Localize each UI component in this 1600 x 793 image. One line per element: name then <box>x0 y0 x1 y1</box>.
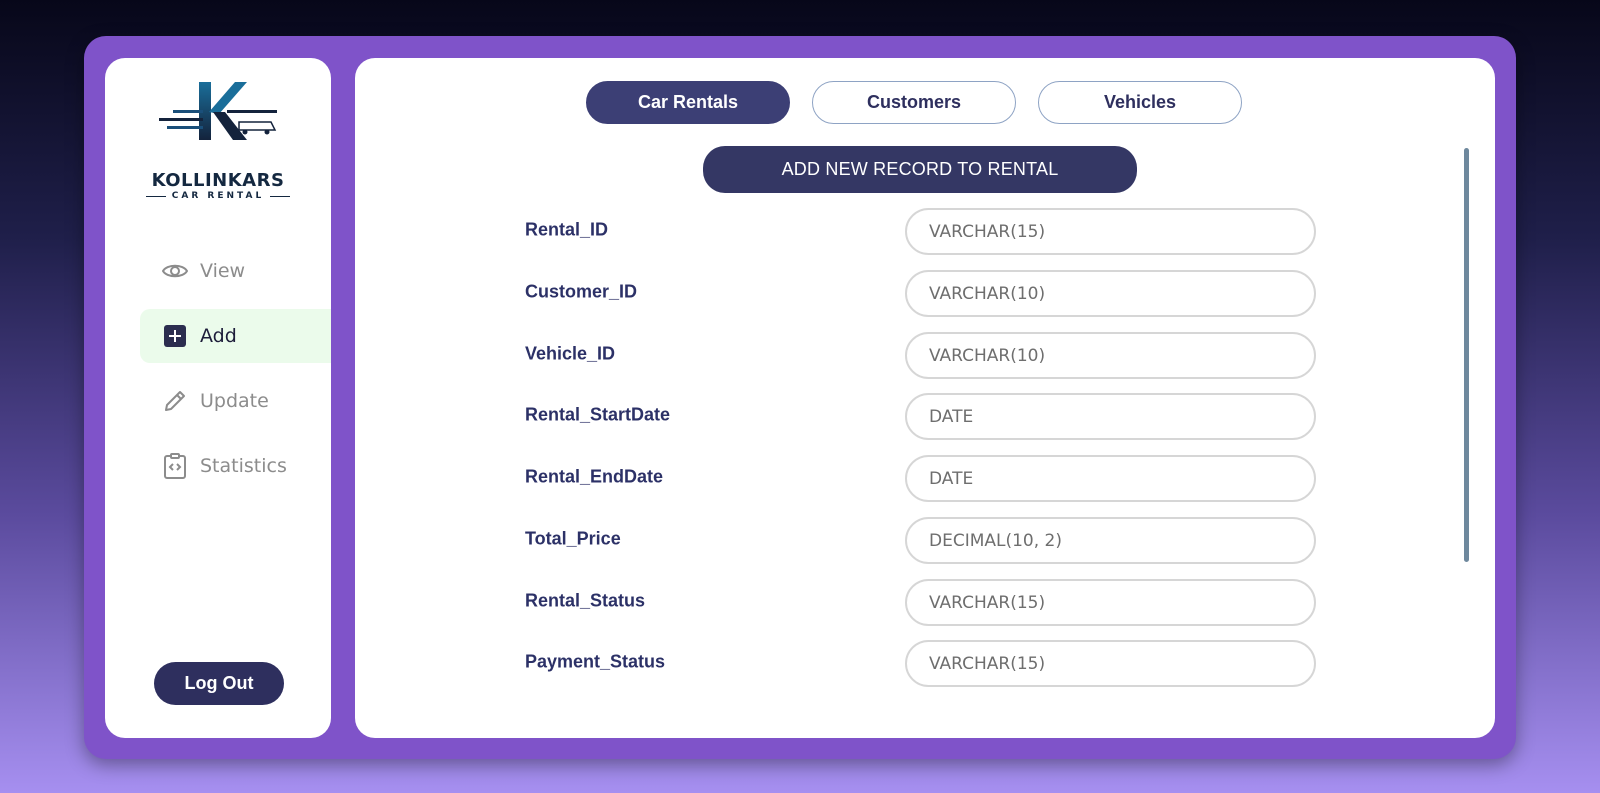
sidebar-nav: View Add Update Statistics <box>140 244 331 504</box>
form-row-vehicle-id: Vehicle_ID <box>355 332 1455 380</box>
sidebar-item-update[interactable]: Update <box>140 374 331 428</box>
rental-enddate-input[interactable] <box>905 455 1316 502</box>
k-logo-icon <box>159 82 277 140</box>
rental-startdate-input[interactable] <box>905 393 1316 440</box>
form-row-rental-id: Rental_ID <box>355 208 1455 256</box>
sidebar-item-label: Add <box>200 325 237 347</box>
vehicle-id-input[interactable] <box>905 332 1316 379</box>
field-label: Vehicle_ID <box>525 343 616 364</box>
main-panel: Car Rentals Customers Vehicles ADD NEW R… <box>355 58 1495 738</box>
form-row-rental-enddate: Rental_EndDate <box>355 455 1455 503</box>
add-new-record-button[interactable]: ADD NEW RECORD TO RENTAL <box>703 146 1137 193</box>
field-label: Rental_StartDate <box>525 404 671 425</box>
add-record-form: Rental_ID Customer_ID Vehicle_ID Rental_… <box>355 208 1455 738</box>
clipboard-code-icon <box>162 453 188 479</box>
form-scrollbar[interactable] <box>1464 148 1469 562</box>
sidebar-item-view[interactable]: View <box>140 244 331 298</box>
field-label: Customer_ID <box>525 281 638 302</box>
form-row-rental-startdate: Rental_StartDate <box>355 393 1455 441</box>
form-row-rental-status: Rental_Status <box>355 579 1455 627</box>
brand-subtitle: CAR RENTAL <box>171 191 265 201</box>
form-row-customer-id: Customer_ID <box>355 270 1455 318</box>
field-label: Total_Price <box>525 528 621 549</box>
field-label: Rental_EndDate <box>525 466 664 487</box>
sidebar: KOLLINKARS CAR RENTAL View Add Update St… <box>105 58 331 738</box>
field-label: Payment_Status <box>525 651 666 672</box>
eye-icon <box>162 258 188 284</box>
pencil-icon <box>162 388 188 414</box>
brand-subtitle-row: CAR RENTAL <box>143 191 293 201</box>
field-label: Rental_ID <box>525 219 609 240</box>
form-row-total-price: Total_Price <box>355 517 1455 565</box>
brand-logo: KOLLINKARS CAR RENTAL <box>143 80 293 201</box>
tab-vehicles[interactable]: Vehicles <box>1038 81 1242 124</box>
divider <box>270 195 291 197</box>
sidebar-item-add[interactable]: Add <box>140 309 331 363</box>
tab-customers[interactable]: Customers <box>812 81 1016 124</box>
rental-status-input[interactable] <box>905 579 1316 626</box>
total-price-input[interactable] <box>905 517 1316 564</box>
customer-id-input[interactable] <box>905 270 1316 317</box>
plus-square-icon <box>162 323 188 349</box>
sidebar-item-label: Statistics <box>200 455 287 477</box>
rental-id-input[interactable] <box>905 208 1316 255</box>
sidebar-item-label: View <box>200 260 246 282</box>
field-label: Rental_Status <box>525 590 646 611</box>
sidebar-item-label: Update <box>200 390 269 412</box>
divider <box>145 195 166 197</box>
sidebar-item-statistics[interactable]: Statistics <box>140 439 331 493</box>
brand-name: KOLLINKARS <box>151 170 285 191</box>
tab-car-rentals[interactable]: Car Rentals <box>586 81 790 124</box>
form-row-payment-status: Payment_Status <box>355 640 1455 688</box>
payment-status-input[interactable] <box>905 640 1316 687</box>
logout-button[interactable]: Log Out <box>154 662 284 705</box>
tab-bar: Car Rentals Customers Vehicles <box>586 81 1242 124</box>
